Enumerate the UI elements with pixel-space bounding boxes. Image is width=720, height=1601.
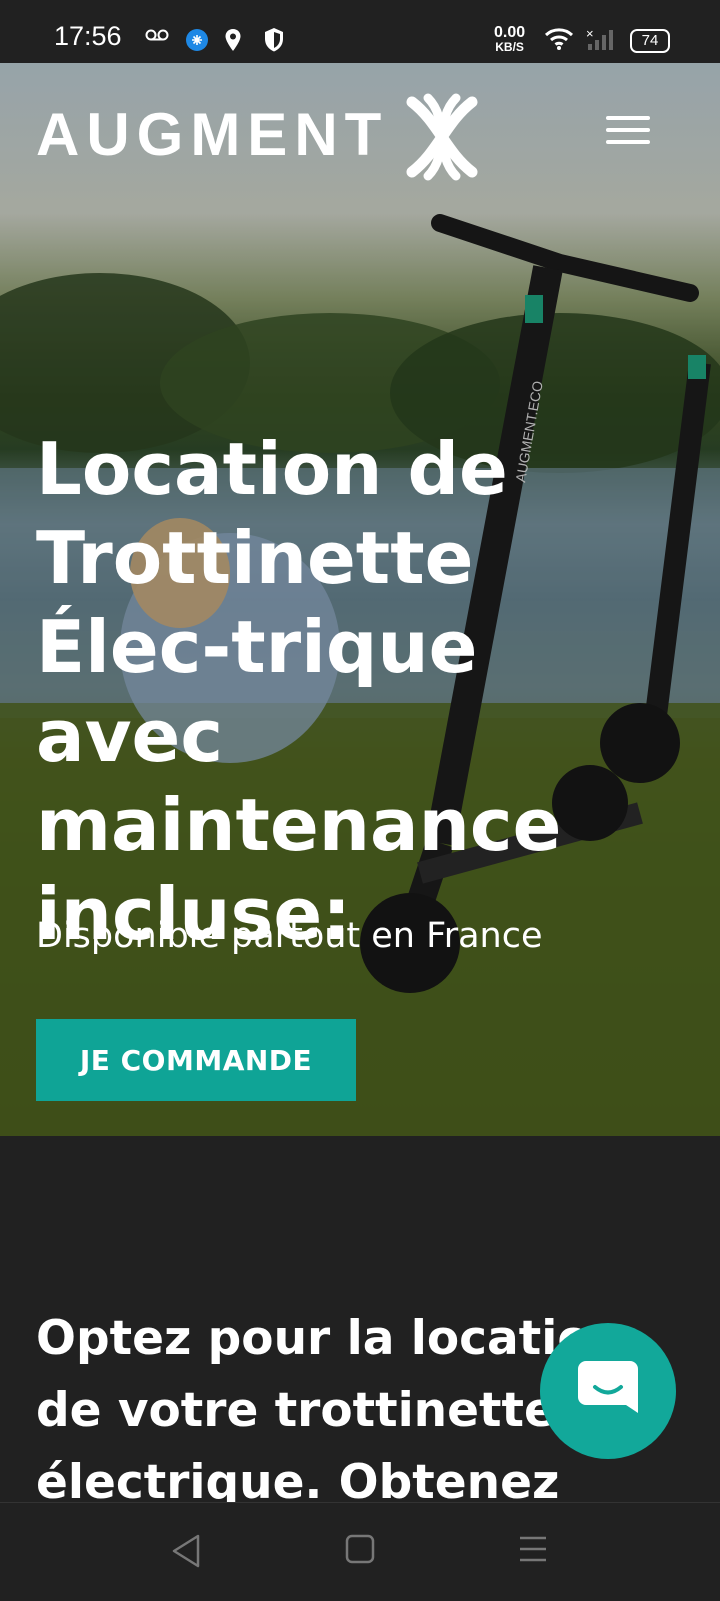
hamburger-menu-icon[interactable] [606,116,650,148]
logo-text: AUGMENT [36,101,389,168]
brand-logo[interactable]: AUGMENT [36,92,496,182]
signal-icon: × [586,26,613,50]
system-nav-bar [0,1502,720,1601]
speed-value: 0.00 [494,24,526,41]
svg-text:×: × [586,26,594,41]
back-icon[interactable] [170,1533,202,1569]
battery-icon: 74 [630,29,670,53]
order-button[interactable]: JE COMMANDE [36,1019,356,1101]
hero-section: AUGMENT.ECO AUGMENT Location de Trottine… [0,63,720,1136]
chat-icon [578,1361,638,1413]
logo-mark-icon [406,93,478,181]
network-speed: 0.00 KB/S [494,25,525,55]
location-icon [225,29,241,51]
hero-subtitle: Disponible partout en France [36,916,543,956]
recents-icon[interactable] [518,1533,548,1565]
speed-unit: KB/S [495,40,524,54]
status-time: 17:56 [54,21,122,51]
chat-button[interactable] [540,1323,676,1459]
home-icon[interactable] [345,1533,375,1565]
status-bar: 17:56 0.00 KB/S × 74 [0,0,720,63]
wifi-icon [544,28,574,50]
app-notification-icon [186,29,208,51]
shield-icon [265,28,283,52]
hero-title: Location de Trottinette Élec-trique avec… [36,427,562,956]
voicemail-icon [145,29,169,41]
